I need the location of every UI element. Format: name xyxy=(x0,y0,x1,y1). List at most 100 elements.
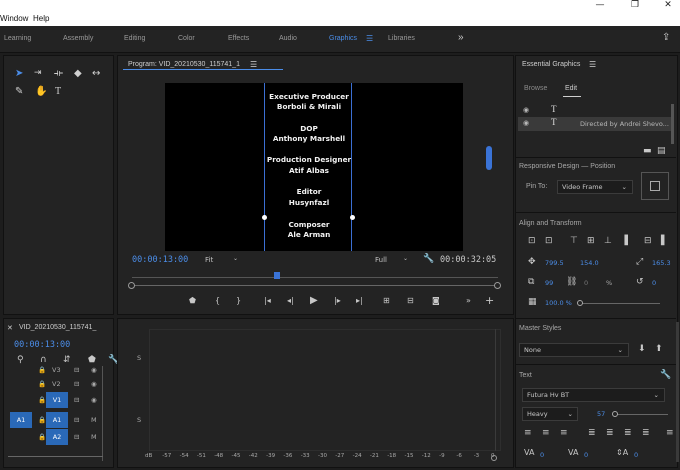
font-weight-dropdown[interactable]: Heavy ⌄ xyxy=(522,407,578,421)
sequence-area[interactable]: S S xyxy=(117,318,514,468)
share-icon[interactable]: ⇪ xyxy=(662,32,670,43)
tab-color[interactable]: Color xyxy=(178,35,195,42)
vertical-scroll-thumb[interactable] xyxy=(486,146,492,170)
minimize-button[interactable]: — xyxy=(585,0,615,12)
track-scrollbar[interactable] xyxy=(102,366,107,461)
scroll-handle-right[interactable] xyxy=(494,282,501,289)
lift-icon[interactable]: ⊞ xyxy=(383,296,390,305)
razor-icon[interactable]: ◆ xyxy=(74,68,82,79)
align-vertical-icon[interactable]: ⊡ xyxy=(528,236,536,246)
font-size-value[interactable]: 57 xyxy=(597,410,605,418)
text-align-top-icon[interactable]: ≡ xyxy=(666,428,674,438)
menu-help[interactable]: Help xyxy=(33,14,49,23)
marker-icon[interactable]: ⬟ xyxy=(88,355,96,365)
eg-menu-icon[interactable]: ☰ xyxy=(589,60,596,69)
pin-to-dropdown[interactable]: Video Frame ⌄ xyxy=(557,180,633,194)
restore-button[interactable]: ❐ xyxy=(620,0,650,12)
opacity-slider-track[interactable] xyxy=(580,303,660,304)
font-size-slider-track[interactable] xyxy=(616,414,668,415)
eye-icon[interactable]: ◉ xyxy=(91,396,97,404)
new-folder-icon[interactable]: ▬ xyxy=(643,146,652,156)
track-target-a2[interactable]: A2 xyxy=(46,429,68,445)
opacity-slider-thumb[interactable] xyxy=(577,300,583,306)
sync-icon[interactable]: ⊟ xyxy=(74,366,79,374)
justify-left-icon[interactable]: ≣ xyxy=(588,428,596,438)
timeline-zoom-bar[interactable] xyxy=(8,456,103,457)
tab-browse[interactable]: Browse xyxy=(524,85,547,92)
selection-tool-icon[interactable]: ➤ xyxy=(15,68,23,79)
resolution-chevron-down-icon[interactable]: ⌄ xyxy=(403,255,408,262)
sync-icon[interactable]: ⊟ xyxy=(74,433,79,441)
export-frame-icon[interactable]: ◙ xyxy=(432,296,440,305)
eg-title[interactable]: Essential Graphics xyxy=(522,61,580,68)
scale-percent[interactable]: 100.0 % xyxy=(545,299,572,307)
tab-effects[interactable]: Effects xyxy=(228,35,249,42)
new-layer-icon[interactable]: ▤ xyxy=(657,146,666,156)
sync-icon[interactable]: ⊟ xyxy=(74,380,79,388)
slip-tool-icon[interactable]: ↔ xyxy=(92,68,100,79)
playhead-marker[interactable] xyxy=(274,272,280,279)
mark-out-icon[interactable]: } xyxy=(236,296,241,305)
align-top-icon[interactable]: ⊤ xyxy=(570,236,578,246)
leading-value[interactable]: 0 xyxy=(634,451,638,459)
tracking-value[interactable]: 0 xyxy=(540,451,544,459)
step-back-icon[interactable]: ◂| xyxy=(287,296,294,305)
eye-icon[interactable]: ◉ xyxy=(91,380,97,388)
eye-icon[interactable]: ◉ xyxy=(523,119,529,127)
eg-scrollbar[interactable] xyxy=(676,322,679,462)
text-wrench-icon[interactable]: 🔧 xyxy=(660,370,671,380)
wrench-icon[interactable]: 🔧 xyxy=(423,254,434,264)
button-editor-icon[interactable]: » xyxy=(466,296,471,305)
step-forward-icon[interactable]: |▸ xyxy=(334,296,341,305)
ripple-edit-icon[interactable]: ⟛ xyxy=(54,68,63,79)
tab-assembly[interactable]: Assembly xyxy=(63,35,93,42)
layer-row[interactable]: ◉ T xyxy=(518,104,672,118)
pin-center[interactable] xyxy=(650,181,660,191)
workspace-menu-icon[interactable]: ☰ xyxy=(366,34,373,43)
transform-handle-right[interactable] xyxy=(350,215,355,220)
sync-icon[interactable]: ⊟ xyxy=(74,416,79,424)
resolution-dropdown[interactable]: Full xyxy=(375,256,387,264)
kerning-value[interactable]: 0 xyxy=(584,451,588,459)
justify-center-icon[interactable]: ≣ xyxy=(606,428,614,438)
anchor-value[interactable]: 165.3 xyxy=(652,259,671,267)
push-up-icon[interactable]: ⬆ xyxy=(655,344,663,354)
program-menu-icon[interactable]: ☰ xyxy=(250,60,257,69)
tab-graphics[interactable]: Graphics xyxy=(329,35,357,42)
push-down-icon[interactable]: ⬇ xyxy=(638,344,646,354)
scroll-handle-left[interactable] xyxy=(128,282,135,289)
fit-dropdown[interactable]: Fit xyxy=(205,256,213,264)
master-style-dropdown[interactable]: None ⌄ xyxy=(519,343,629,357)
tab-editing[interactable]: Editing xyxy=(124,35,145,42)
align-horizontal-icon[interactable]: ⊡ xyxy=(545,236,553,246)
timeline-close-icon[interactable]: ✕ xyxy=(7,324,13,332)
extract-icon[interactable]: ⊟ xyxy=(407,296,414,305)
mark-in-icon[interactable]: { xyxy=(215,296,220,305)
source-patch-a1[interactable]: A1 xyxy=(10,412,32,428)
track-target-a1[interactable]: A1 xyxy=(46,412,68,428)
font-dropdown[interactable]: Futura Hv BT ⌄ xyxy=(522,388,665,402)
track-select-icon[interactable]: ⇥ xyxy=(34,68,42,78)
menu-window[interactable]: Window xyxy=(0,14,28,23)
time-ruler[interactable] xyxy=(132,270,498,278)
scale-value[interactable]: 99 xyxy=(545,279,553,287)
lock-icon[interactable]: 🔒 xyxy=(38,396,46,404)
add-button-icon[interactable]: + xyxy=(485,294,494,307)
pen-tool-icon[interactable]: ✎ xyxy=(15,86,23,97)
align-middle-icon[interactable]: ⊞ xyxy=(587,236,595,246)
sync-icon[interactable]: ⊟ xyxy=(74,396,79,404)
tab-edit[interactable]: Edit xyxy=(565,85,577,92)
align-right-text-icon[interactable]: ≡ xyxy=(560,428,568,438)
lock-icon[interactable]: 🔒 xyxy=(38,366,46,374)
align-center-icon[interactable]: ⊟ xyxy=(644,236,652,246)
layer-scrollbar[interactable] xyxy=(671,104,674,144)
align-center-text-icon[interactable]: ≡ xyxy=(542,428,550,438)
more-workspaces-button[interactable]: » xyxy=(458,32,464,43)
credits-text-box[interactable]: Executive Producer Borboli & Mirali DOP … xyxy=(262,83,355,251)
linked-selection-icon[interactable]: ∩ xyxy=(40,355,47,365)
timeline-current-time[interactable]: 00:00:13:00 xyxy=(14,340,70,350)
add-marker-icon[interactable]: ⬟ xyxy=(189,296,196,305)
lock-icon[interactable]: 🔒 xyxy=(38,380,46,388)
snap-icon[interactable]: ⚲ xyxy=(17,355,24,365)
align-left-text-icon[interactable]: ≡ xyxy=(524,428,532,438)
